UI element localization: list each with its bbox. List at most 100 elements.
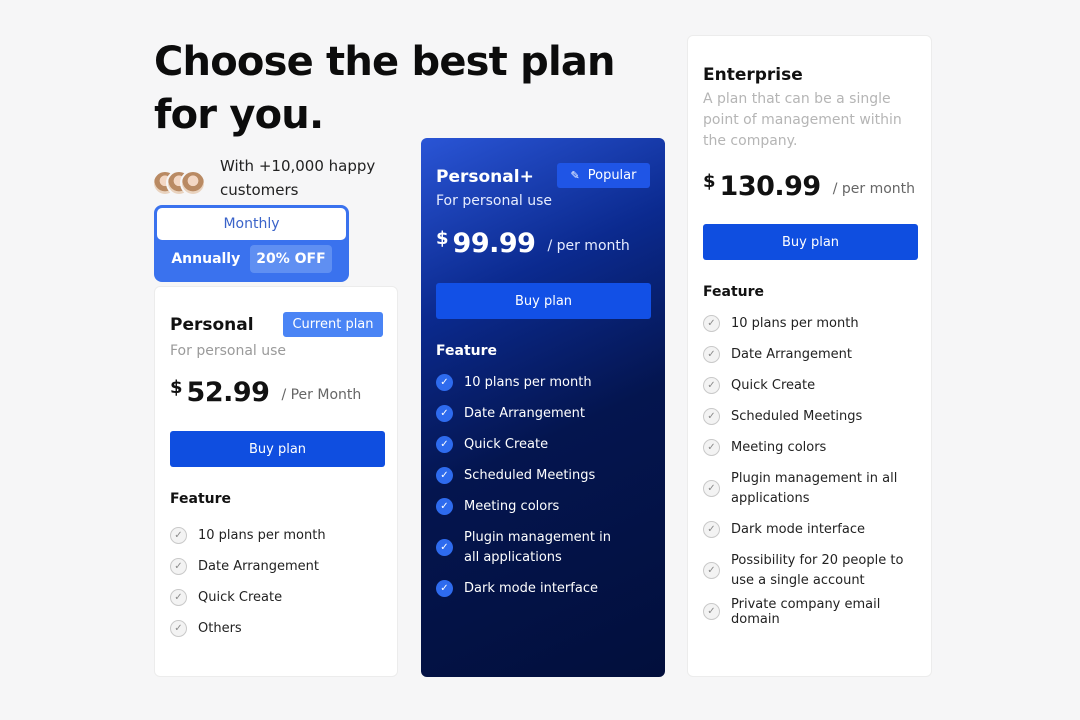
buy-plan-button[interactable]: Buy plan	[703, 224, 918, 260]
plan-subtitle: For personal use	[170, 343, 287, 359]
feature-label: 10 plans per month	[731, 316, 859, 331]
check-icon: ✓	[436, 436, 453, 453]
price-amount: 99.99	[452, 228, 536, 259]
plan-name: Personal	[170, 315, 254, 335]
feature-list: ✓ 10 plans per month ✓ Date Arrangement ✓ Q…	[436, 367, 651, 604]
list-item: ✓ Dark mode interface	[436, 573, 651, 604]
list-item: ✓ Quick Create	[703, 370, 918, 401]
feature-label: Meeting colors	[464, 499, 560, 514]
plan-card-personal: Personal Current plan For personal use $…	[154, 286, 398, 677]
list-item: ✓ Scheduled Meetings	[436, 460, 651, 491]
customers-summary: With +10,000 happy customers	[152, 154, 390, 202]
billing-toggle: Monthly Annually 20% OFF	[154, 205, 349, 282]
current-plan-badge: Current plan	[283, 312, 383, 337]
price-amount: 52.99	[186, 377, 270, 408]
plan-subtitle: For personal use	[436, 193, 553, 209]
feature-label: Private company email domain	[731, 596, 881, 627]
feature-label: Scheduled Meetings	[731, 409, 863, 424]
list-item: ✓ 10 plans per month	[703, 308, 918, 339]
feature-label: Plugin management in all applications	[464, 529, 611, 565]
plan-subtitle: A plan that can be a single point of man…	[703, 91, 902, 149]
feature-list: ✓ 10 plans per month ✓ Date Arrangement ✓ Q…	[703, 308, 918, 627]
plan-price: $ 130.99 / per month	[703, 171, 915, 202]
feature-label: Possibility for 20 people to use a singl…	[731, 552, 904, 588]
check-icon: ✓	[703, 562, 720, 579]
check-icon: ✓	[436, 580, 453, 597]
feature-list: ✓ 10 plans per month ✓ Date Arrangement ✓ Q…	[170, 520, 326, 644]
check-icon: ✓	[703, 521, 720, 538]
feature-label: 10 plans per month	[198, 528, 326, 543]
feature-label: Date Arrangement	[464, 406, 586, 421]
list-item: ✓ Date Arrangement	[703, 339, 918, 370]
check-icon: ✓	[703, 603, 720, 620]
list-item: ✓ Scheduled Meetings	[703, 401, 918, 432]
currency-symbol: $	[703, 171, 716, 192]
list-item: ✓ Date Arrangement	[170, 551, 326, 582]
feature-label: Meeting colors	[731, 440, 827, 455]
check-icon: ✓	[170, 558, 187, 575]
check-icon: ✓	[436, 467, 453, 484]
list-item: ✓ Quick Create	[436, 429, 651, 460]
price-period: / Per Month	[281, 387, 362, 403]
feature-label: Scheduled Meetings	[464, 468, 596, 483]
check-icon: ✓	[436, 498, 453, 515]
buy-plan-button[interactable]: Buy plan	[170, 431, 385, 467]
feature-title: Feature	[703, 284, 764, 300]
check-icon: ✓	[170, 589, 187, 606]
check-icon: ✓	[170, 620, 187, 637]
customers-text: With +10,000 happy customers	[220, 157, 376, 199]
price-period: / per month	[832, 181, 916, 197]
popular-badge: ✎ Popular	[557, 163, 650, 188]
check-icon: ✓	[436, 405, 453, 422]
check-icon: ✓	[703, 315, 720, 332]
list-item: ✓ Meeting colors	[436, 491, 651, 522]
list-item: ✓ Meeting colors	[703, 432, 918, 463]
currency-symbol: $	[170, 377, 183, 398]
feature-label: Date Arrangement	[731, 347, 853, 362]
plan-name: Enterprise	[703, 65, 803, 85]
list-item: ✓ Quick Create	[170, 582, 326, 613]
buy-plan-button[interactable]: Buy plan	[436, 283, 651, 319]
feature-label: Quick Create	[198, 590, 283, 605]
check-icon: ✓	[703, 480, 720, 497]
feature-label: Plugin management in all applications	[731, 470, 898, 506]
feature-label: Quick Create	[464, 437, 549, 452]
currency-symbol: $	[436, 228, 449, 249]
list-item: ✓ Plugin management in all applications	[703, 463, 918, 514]
feature-title: Feature	[436, 343, 497, 359]
list-item: ✓ Private company email domain	[703, 596, 918, 627]
popular-label: Popular	[587, 168, 637, 183]
avatar-group	[152, 162, 212, 196]
check-icon: ✓	[703, 439, 720, 456]
feature-label: Others	[198, 621, 242, 636]
pen-icon: ✎	[570, 169, 580, 182]
feature-label: Dark mode interface	[731, 522, 865, 537]
feature-label: Quick Create	[731, 378, 816, 393]
check-icon: ✓	[170, 527, 187, 544]
plan-card-personal-plus: Personal+ ✎ Popular For personal use $ 9…	[421, 138, 665, 677]
avatar	[180, 170, 206, 196]
list-item: ✓ Date Arrangement	[436, 398, 651, 429]
annually-label: Annually	[171, 251, 241, 267]
price-amount: 130.99	[719, 171, 822, 202]
list-item: ✓ 10 plans per month	[170, 520, 326, 551]
plan-card-enterprise: Enterprise A plan that can be a single p…	[687, 35, 932, 677]
feature-label: 10 plans per month	[464, 375, 592, 390]
price-period: / per month	[547, 238, 630, 254]
check-icon: ✓	[436, 539, 453, 556]
list-item: ✓ Possibility for 20 people to use a sing…	[703, 545, 918, 596]
plan-price: $ 99.99 / per month	[436, 228, 630, 259]
annually-option[interactable]: Annually 20% OFF	[157, 245, 346, 273]
check-icon: ✓	[436, 374, 453, 391]
check-icon: ✓	[703, 408, 720, 425]
list-item: ✓ 10 plans per month	[436, 367, 651, 398]
page-title: Choose the best plan for you.	[154, 39, 616, 138]
discount-badge: 20% OFF	[250, 245, 332, 273]
feature-title: Feature	[170, 491, 231, 507]
check-icon: ✓	[703, 377, 720, 394]
plan-price: $ 52.99 / Per Month	[170, 377, 361, 408]
plan-name: Personal+	[436, 167, 534, 187]
list-item: ✓ Others	[170, 613, 326, 644]
monthly-option[interactable]: Monthly	[157, 208, 346, 240]
check-icon: ✓	[703, 346, 720, 363]
